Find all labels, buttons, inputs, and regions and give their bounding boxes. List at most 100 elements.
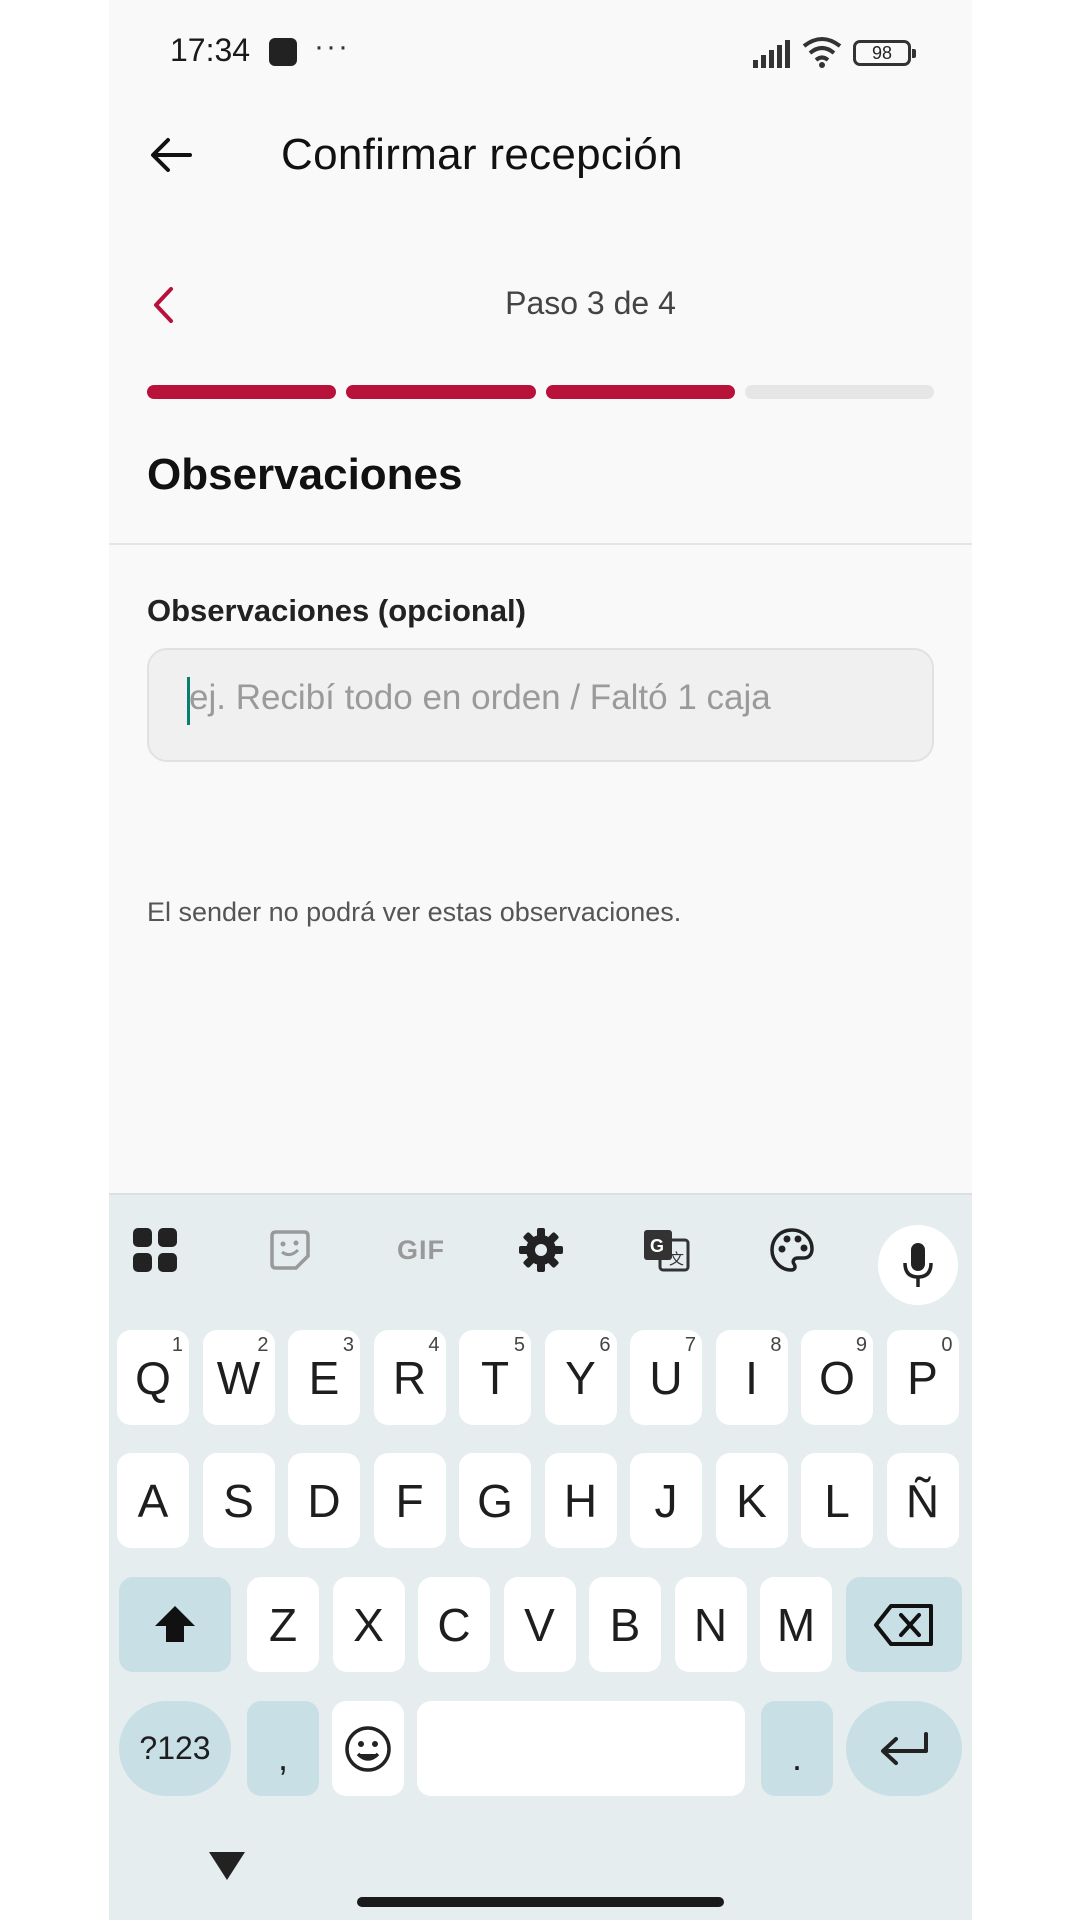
enter-arrow-icon bbox=[881, 1731, 928, 1765]
emoji-key[interactable] bbox=[332, 1701, 404, 1796]
key-label: X bbox=[353, 1598, 384, 1651]
key-label: K bbox=[736, 1474, 767, 1527]
key-y[interactable]: Y6 bbox=[544, 1330, 617, 1425]
observations-placeholder: ej. Recibí todo en orden / Faltó 1 caja bbox=[189, 678, 771, 717]
key-t[interactable]: T5 bbox=[459, 1330, 531, 1425]
palette-icon[interactable] bbox=[765, 1223, 819, 1277]
key-label: N bbox=[693, 1598, 728, 1651]
key-label: Ñ bbox=[905, 1474, 940, 1527]
smiley-icon bbox=[345, 1725, 391, 1772]
period-key[interactable]: . bbox=[761, 1701, 833, 1796]
arrow-left-icon bbox=[151, 138, 192, 172]
key-i[interactable]: I8 bbox=[715, 1330, 788, 1425]
key-z[interactable]: Z bbox=[247, 1577, 319, 1672]
key-w[interactable]: W2 bbox=[202, 1330, 275, 1425]
key-b[interactable]: B bbox=[589, 1577, 661, 1672]
gif-icon[interactable]: GIF bbox=[388, 1223, 454, 1277]
comma-key[interactable]: , bbox=[247, 1701, 319, 1796]
space-bar[interactable] bbox=[417, 1701, 745, 1796]
keyboard-collapse-icon[interactable] bbox=[207, 1848, 247, 1884]
key-hint: 7 bbox=[684, 1334, 696, 1356]
battery-icon: 98 bbox=[853, 40, 916, 66]
key-label: J bbox=[654, 1474, 678, 1527]
status-time: 17:34 bbox=[170, 32, 251, 68]
key-label: O bbox=[819, 1351, 855, 1404]
key-x[interactable]: X bbox=[332, 1577, 405, 1672]
key-hint: 1 bbox=[171, 1334, 183, 1356]
translate-icon[interactable]: G 文 bbox=[639, 1223, 693, 1277]
wifi-icon bbox=[802, 37, 842, 68]
key-g[interactable]: G bbox=[459, 1453, 531, 1548]
soft-keyboard: GIF G 文 Q 1 W 2 E 3 R 4 T 5 Y 6 U 7 I 8 … bbox=[109, 1193, 972, 1920]
apps-grid-icon[interactable] bbox=[128, 1223, 182, 1277]
svg-text:G: G bbox=[650, 1236, 664, 1256]
key-u[interactable]: U7 bbox=[630, 1330, 702, 1425]
key-hint: 5 bbox=[513, 1334, 525, 1356]
key-label: B bbox=[609, 1598, 641, 1651]
enter-key[interactable] bbox=[846, 1701, 962, 1796]
keyboard-toolbar: GIF G 文 bbox=[109, 1195, 972, 1305]
key-m[interactable]: M bbox=[760, 1577, 832, 1672]
shift-arrow-icon bbox=[155, 1605, 195, 1642]
progress-segment bbox=[346, 385, 536, 399]
key-ñ[interactable]: Ñ bbox=[886, 1453, 959, 1548]
symbols-key[interactable]: ?123 bbox=[119, 1701, 231, 1796]
home-indicator bbox=[357, 1897, 724, 1907]
key-v[interactable]: V bbox=[503, 1577, 576, 1672]
key-label: M bbox=[776, 1598, 816, 1651]
key-k[interactable]: K bbox=[715, 1453, 788, 1548]
backspace-key[interactable] bbox=[846, 1577, 962, 1672]
key-label: A bbox=[137, 1474, 169, 1527]
key-a[interactable]: A bbox=[117, 1453, 189, 1548]
status-bar: 17:34 ··· 98 bbox=[109, 0, 972, 105]
key-hint: 8 bbox=[770, 1334, 782, 1356]
comma-key-label: , bbox=[277, 1736, 288, 1778]
key-label: W bbox=[216, 1351, 261, 1404]
key-p[interactable]: P0 bbox=[886, 1330, 959, 1425]
key-label: Q bbox=[135, 1351, 171, 1404]
key-l[interactable]: L bbox=[801, 1453, 873, 1548]
key-n[interactable]: N bbox=[674, 1577, 747, 1672]
phone-screen: 17:34 ··· 98 Confirmar recepción Paso 3 … bbox=[109, 0, 972, 1920]
shift-key[interactable] bbox=[119, 1577, 231, 1672]
step-indicator: Paso 3 de 4 bbox=[505, 285, 676, 321]
key-s[interactable]: S bbox=[202, 1453, 275, 1548]
settings-gear-icon[interactable] bbox=[514, 1223, 568, 1277]
key-hint: 2 bbox=[257, 1334, 269, 1356]
period-key-label: . bbox=[791, 1736, 802, 1778]
key-q[interactable]: Q1 bbox=[117, 1330, 189, 1425]
key-label: L bbox=[824, 1474, 850, 1527]
key-h[interactable]: H bbox=[544, 1453, 617, 1548]
notification-icon bbox=[269, 38, 297, 66]
key-label: Z bbox=[268, 1598, 298, 1651]
observations-label: Observaciones (opcional) bbox=[147, 593, 526, 628]
key-label: Y bbox=[565, 1351, 596, 1404]
key-e[interactable]: E3 bbox=[288, 1330, 360, 1425]
key-j[interactable]: J bbox=[630, 1453, 702, 1548]
key-label: I bbox=[745, 1351, 758, 1404]
sticker-icon[interactable] bbox=[263, 1223, 317, 1277]
key-d[interactable]: D bbox=[288, 1453, 360, 1548]
key-c[interactable]: C bbox=[418, 1577, 490, 1672]
key-label: V bbox=[524, 1598, 555, 1651]
key-f[interactable]: F bbox=[373, 1453, 446, 1548]
key-label: E bbox=[308, 1351, 340, 1404]
key-hint: 9 bbox=[855, 1334, 867, 1356]
back-button[interactable] bbox=[146, 130, 196, 180]
key-hint: 4 bbox=[428, 1334, 440, 1356]
key-label: S bbox=[223, 1474, 254, 1527]
backspace-icon bbox=[874, 1603, 933, 1646]
key-hint: 3 bbox=[342, 1334, 354, 1356]
microphone-icon bbox=[903, 1243, 933, 1287]
progress-segment bbox=[744, 385, 934, 399]
voice-input-button[interactable] bbox=[878, 1225, 958, 1305]
observations-input[interactable]: ej. Recibí todo en orden / Faltó 1 caja bbox=[147, 648, 934, 762]
key-label: F bbox=[395, 1474, 424, 1527]
key-o[interactable]: O9 bbox=[801, 1330, 873, 1425]
battery-level: 98 bbox=[871, 43, 893, 63]
key-hint: 6 bbox=[599, 1334, 611, 1356]
progress-segment bbox=[545, 385, 735, 399]
key-r[interactable]: R4 bbox=[373, 1330, 446, 1425]
step-progress-bar bbox=[147, 385, 934, 399]
symbols-key-label: ?123 bbox=[139, 1730, 211, 1766]
